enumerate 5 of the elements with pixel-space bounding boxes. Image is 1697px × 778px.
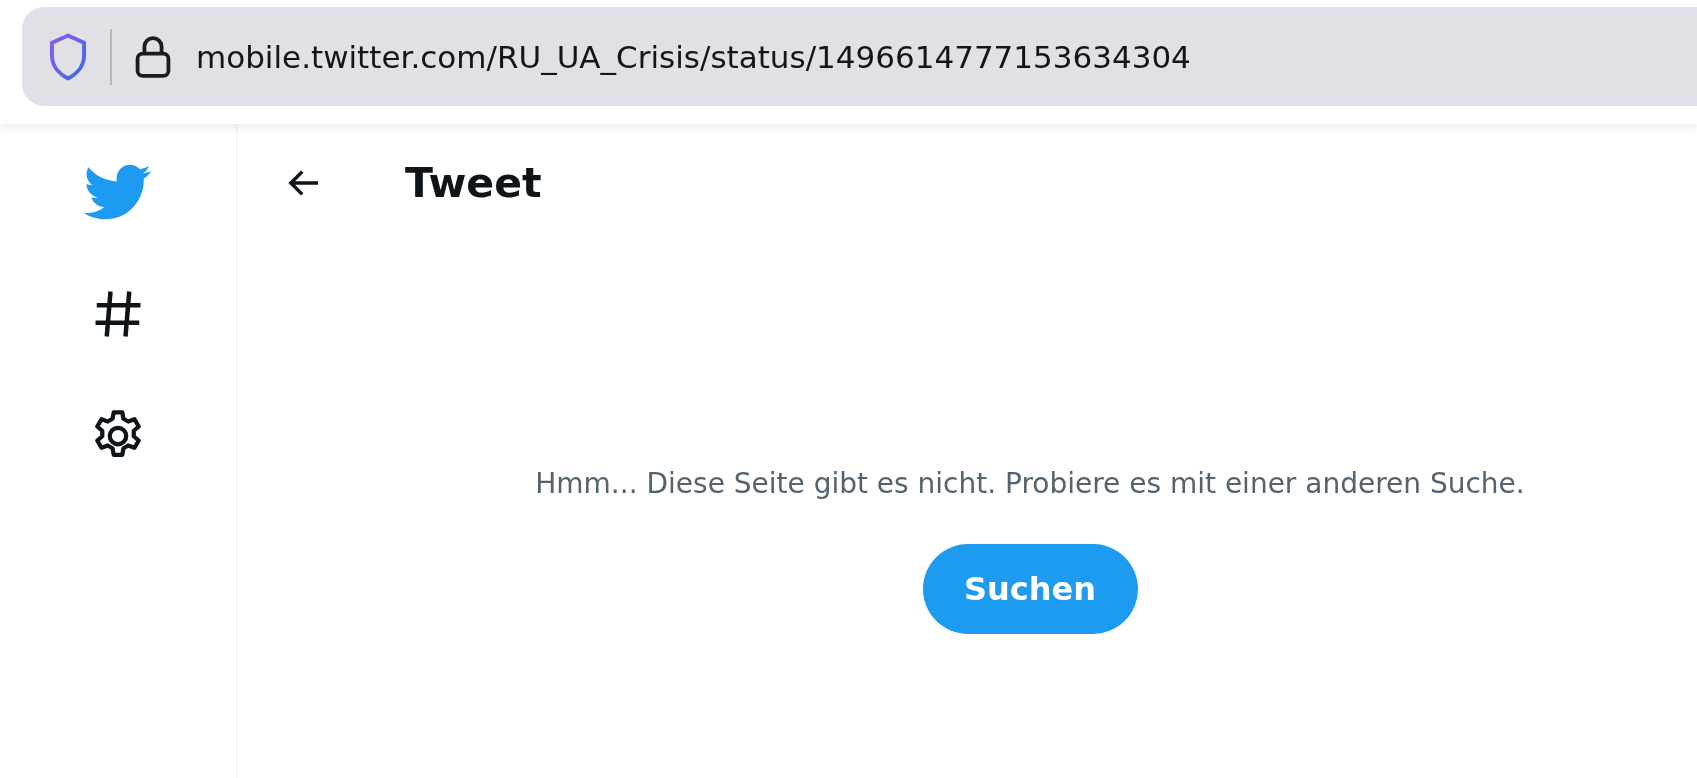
bird-logo-icon[interactable] <box>84 164 152 222</box>
page-title: Tweet <box>405 159 542 207</box>
url-text: mobile.twitter.com/RU_UA_Crisis/status/1496614777153634304 <box>196 38 1191 75</box>
address-bar[interactable]: mobile.twitter.com/RU_UA_Crisis/status/1496614777153634304 <box>22 7 1697 106</box>
not-found-message: Hmm... Diese Seite gibt es nicht. Probiere es mit einer anderen Suche. <box>535 467 1525 500</box>
